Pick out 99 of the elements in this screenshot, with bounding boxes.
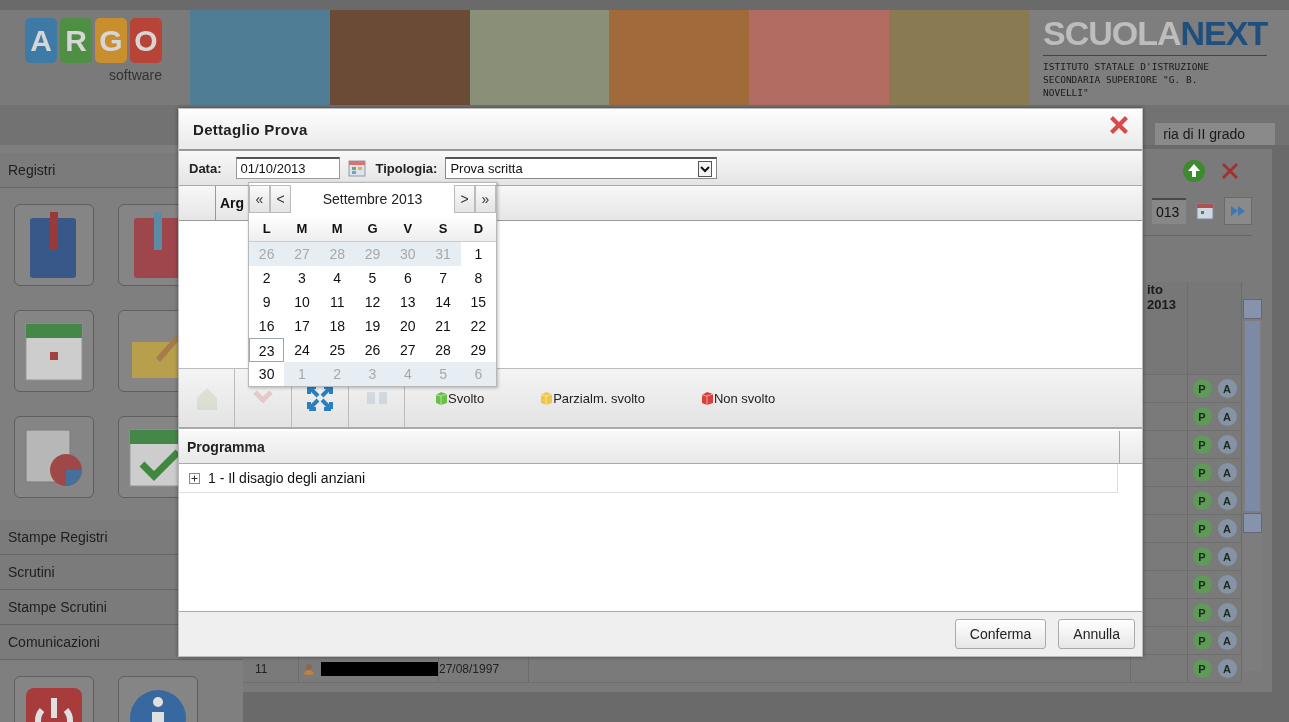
dialog-button[interactable]: Annulla [1058, 619, 1135, 649]
calendar-day[interactable]: 10 [284, 290, 320, 314]
calendar-day[interactable]: 15 [460, 290, 496, 314]
weekday-label: G [366, 220, 379, 236]
calendar-month: Settembre 2013 [321, 191, 424, 207]
dialog-title: Dettaglio Prova [193, 120, 308, 138]
calendar-day[interactable]: 8 [460, 266, 496, 290]
present-button[interactable]: P [1192, 575, 1212, 594]
school-name: ISTITUTO STATALE D'ISTRUZIONE SECONDARIA SUPERIORE "G. B. NOVELLI" [1043, 60, 1210, 99]
type-label: Tipologia: [375, 160, 438, 176]
date-label: Data: [189, 160, 222, 176]
school-type: ria di II grado [1155, 123, 1275, 145]
calendar-day[interactable]: 11 [319, 290, 355, 314]
logo-letter: O [130, 18, 162, 63]
present-button[interactable]: P [1192, 491, 1212, 510]
column-header: Arg [219, 195, 245, 211]
calendar-day[interactable]: 24 [284, 338, 320, 362]
absent-button[interactable]: A [1217, 631, 1237, 650]
calendar-day[interactable]: 12 [354, 290, 391, 314]
calendar-day[interactable]: 6 [390, 266, 426, 290]
present-button[interactable]: P [1192, 379, 1212, 398]
calendar-day[interactable]: 29 [460, 338, 496, 362]
absent-button[interactable]: A [1217, 659, 1237, 678]
date-field[interactable]: 01/10/2013 [235, 157, 340, 179]
row-number: 11 [255, 661, 268, 676]
absent-button[interactable]: A [1217, 519, 1237, 538]
calendar-day[interactable]: 30 [249, 362, 285, 386]
next-year-button[interactable]: » [475, 185, 496, 213]
absent-button[interactable]: A [1217, 407, 1237, 426]
logo-letter: G [95, 18, 127, 63]
tile-button[interactable] [14, 310, 94, 392]
expand-arrows-icon [306, 384, 334, 412]
product-name: SCUOLANEXT [1043, 14, 1268, 56]
tile-button[interactable] [14, 204, 94, 286]
calendar-day[interactable]: 5 [354, 266, 391, 290]
absent-button[interactable]: A [1217, 435, 1237, 454]
expand-icon[interactable] [189, 472, 200, 484]
absent-button[interactable]: A [1217, 463, 1237, 482]
previous-year-button[interactable]: « [249, 185, 270, 213]
previous-month-button[interactable]: < [270, 185, 291, 213]
person-icon [303, 662, 315, 675]
legend-label: Parzialm. svolto [553, 390, 645, 406]
next-month-button[interactable]: > [454, 185, 475, 213]
birth-date: 27/08/1997 [439, 661, 500, 676]
absent-button[interactable]: A [1217, 575, 1237, 594]
weekday-label: M [330, 220, 344, 236]
legend-label: Non svolto [713, 390, 776, 406]
calendar-day[interactable]: 17 [284, 314, 320, 338]
calendar-day[interactable]: 7 [425, 266, 461, 290]
calendar-day[interactable]: 28 [425, 338, 461, 362]
present-button[interactable]: P [1192, 519, 1212, 538]
absent-button[interactable]: A [1217, 547, 1237, 566]
type-dropdown[interactable]: Prova scritta [445, 157, 718, 179]
calendar-day[interactable]: 4 [319, 266, 355, 290]
calendar-day[interactable]: 20 [390, 314, 426, 338]
calendar-icon[interactable] [347, 159, 366, 177]
calendar-day[interactable]: 26 [354, 338, 391, 362]
column-header: Programma [186, 439, 265, 455]
calendar-day[interactable]: 25 [319, 338, 355, 362]
calendar-day[interactable]: 14 [425, 290, 461, 314]
present-button[interactable]: P [1192, 463, 1212, 482]
tree-row[interactable]: 1 - Il disagio degli anziani [179, 464, 1118, 493]
absent-button[interactable]: A [1217, 603, 1237, 622]
weekday-label: L [261, 220, 272, 236]
weekday-label: S [437, 220, 449, 236]
calendar-day[interactable]: 23 [249, 338, 285, 362]
calendar-day[interactable]: 1 [460, 242, 496, 266]
present-button[interactable]: P [1192, 435, 1212, 454]
calendar-day[interactable]: 19 [354, 314, 391, 338]
tile-button[interactable] [14, 416, 94, 498]
date-field[interactable]: 013 [1152, 198, 1186, 224]
present-button[interactable]: P [1192, 407, 1212, 426]
logo-letter: A [25, 18, 57, 63]
logo-letter: R [60, 18, 92, 63]
calendar-day[interactable]: 27 [390, 338, 426, 362]
present-button[interactable]: P [1192, 603, 1212, 622]
calendar-day[interactable]: 21 [425, 314, 461, 338]
present-button[interactable]: P [1192, 659, 1212, 678]
logo-subtitle: software [109, 67, 162, 83]
weekday-label: D [472, 220, 485, 236]
weekday-label: M [295, 220, 309, 236]
calendar-day[interactable]: 13 [390, 290, 426, 314]
calendar-day[interactable]: 2 [249, 266, 285, 290]
calendar-day[interactable]: 16 [249, 314, 285, 338]
absent-button[interactable]: A [1217, 491, 1237, 510]
calendar-day[interactable]: 9 [249, 290, 285, 314]
present-button[interactable]: P [1192, 631, 1212, 650]
dialog-button[interactable]: Conferma [954, 619, 1047, 649]
calendar-icon[interactable] [1196, 202, 1214, 220]
calendar-day[interactable]: 3 [284, 266, 320, 290]
calendar-day[interactable]: 22 [460, 314, 496, 338]
close-icon[interactable] [1108, 114, 1130, 136]
weekday-label: V [402, 220, 414, 236]
legend-label: Svolto [448, 390, 485, 406]
present-button[interactable]: P [1192, 547, 1212, 566]
caret-icon [698, 160, 713, 177]
fast-forward-icon [1230, 205, 1246, 217]
absent-button[interactable]: A [1217, 379, 1237, 398]
calendar-day[interactable]: 18 [319, 314, 355, 338]
